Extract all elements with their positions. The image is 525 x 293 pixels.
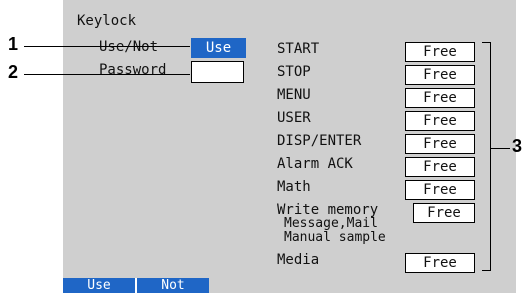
key-label-math: Math: [277, 179, 311, 195]
callout-3-line: [490, 148, 510, 149]
callout-1-line: [24, 46, 190, 47]
write-memory-sub-1: Message,Mail: [284, 216, 378, 231]
callout-2: 2: [8, 62, 19, 82]
softkey-bar: Use Not: [63, 278, 516, 293]
key-value-media[interactable]: Free: [405, 253, 475, 273]
password-label: Password: [99, 62, 167, 78]
key-value-stop[interactable]: Free: [405, 65, 475, 85]
key-value-write-memory[interactable]: Free: [413, 203, 475, 223]
password-field[interactable]: [191, 61, 244, 83]
use-not-value[interactable]: Use: [191, 38, 246, 58]
softkey-not[interactable]: Not: [137, 278, 209, 293]
key-label-user: USER: [277, 110, 311, 126]
use-not-label: Use/Not: [99, 39, 159, 55]
key-label-menu: MENU: [277, 87, 311, 103]
key-value-alarm-ack[interactable]: Free: [405, 157, 475, 177]
write-memory-sub-2: Manual sample: [284, 230, 386, 245]
key-label-media: Media: [277, 252, 320, 268]
callout-2-line: [24, 74, 190, 75]
softkey-use[interactable]: Use: [63, 278, 135, 293]
key-value-start[interactable]: Free: [405, 42, 475, 62]
key-group-bracket: [482, 42, 491, 271]
key-value-menu[interactable]: Free: [405, 88, 475, 108]
key-label-disp-enter: DISP/ENTER: [277, 133, 362, 149]
key-label-alarm-ack: Alarm ACK: [277, 156, 353, 172]
key-value-user[interactable]: Free: [405, 111, 475, 131]
callout-1: 1: [8, 34, 19, 54]
key-value-math[interactable]: Free: [405, 180, 475, 200]
key-label-stop: STOP: [277, 64, 311, 80]
key-value-disp-enter[interactable]: Free: [405, 134, 475, 154]
screen-title: Keylock: [77, 13, 137, 29]
key-label-start: START: [277, 41, 320, 57]
callout-3: 3: [512, 136, 523, 156]
